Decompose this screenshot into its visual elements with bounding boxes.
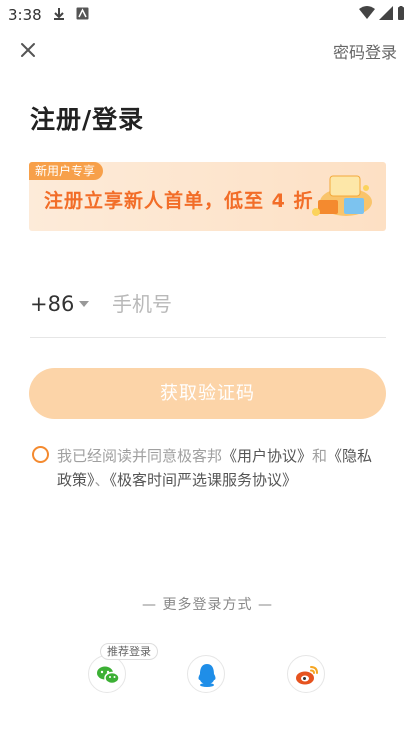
- password-login-link[interactable]: 密码登录: [333, 39, 397, 63]
- gift-illustration-icon: [312, 175, 372, 216]
- weibo-login-button[interactable]: [287, 655, 325, 693]
- phone-underline: [30, 337, 386, 338]
- user-agreement-link[interactable]: 《用户协议》: [222, 447, 312, 465]
- service-agreement-link[interactable]: 《极客时间严选课服务协议》: [110, 471, 298, 489]
- get-verification-code-button[interactable]: 获取验证码: [29, 368, 386, 419]
- weibo-icon: [296, 666, 318, 685]
- status-right: [359, 6, 405, 20]
- status-time: 3:38: [8, 6, 42, 24]
- phone-number-input[interactable]: [112, 288, 382, 320]
- recommended-login-tag: 推荐登录: [100, 643, 158, 660]
- agreement-text: 我已经阅读并同意极客邦《用户协议》和《隐私政策》、《极客时间严选课服务协议》: [57, 444, 387, 492]
- close-icon: [21, 43, 35, 57]
- wechat-login-button[interactable]: [88, 655, 126, 693]
- signal-icon: [379, 6, 393, 20]
- banner-badge: 新用户专享: [29, 162, 104, 180]
- agreement-sep: 、: [94, 471, 110, 489]
- new-user-banner[interactable]: 新用户专享 注册立享新人首单，低至 4 折: [29, 162, 386, 231]
- page-title: 注册/登录: [30, 105, 145, 134]
- battery-icon: [398, 6, 404, 20]
- caret-down-icon[interactable]: [79, 301, 89, 307]
- qq-login-button[interactable]: [187, 655, 225, 693]
- more-login-label: — 更多登录方式 —: [142, 597, 273, 613]
- app-notification-icon: [76, 7, 89, 20]
- agreement-prefix: 我已经阅读并同意极客邦: [57, 447, 223, 465]
- banner-text: 注册立享新人首单，低至 4 折: [44, 190, 314, 212]
- country-code-selector[interactable]: +86: [30, 292, 74, 316]
- download-icon: [54, 8, 64, 20]
- agreement-and: 和: [312, 447, 328, 465]
- qq-icon: [198, 664, 216, 687]
- agreement-checkbox[interactable]: [32, 446, 49, 463]
- wifi-icon: [359, 6, 375, 19]
- wechat-icon: [97, 666, 120, 685]
- close-button[interactable]: [16, 38, 40, 62]
- status-bar: 3:38: [0, 0, 415, 28]
